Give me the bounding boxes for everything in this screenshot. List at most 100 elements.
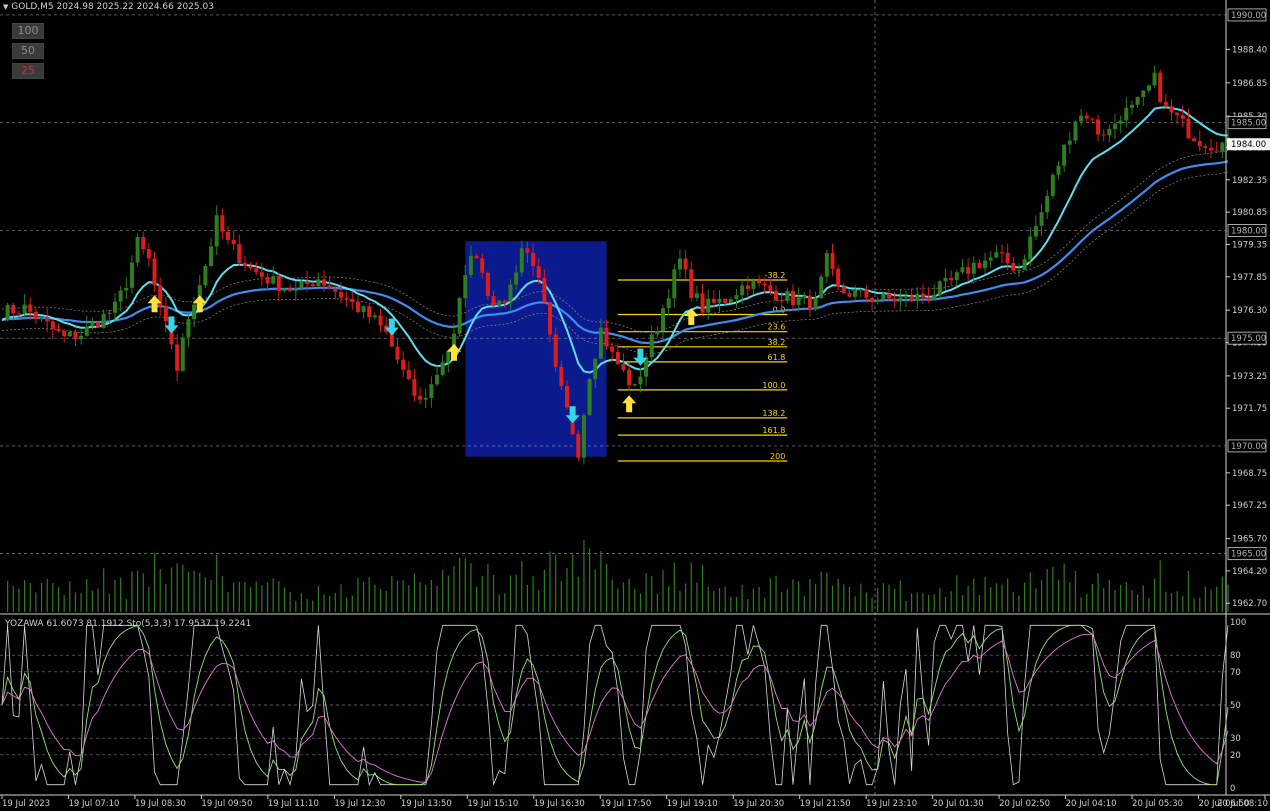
time-tick-label: 19 Jul 20:30 [733,799,784,809]
price-level-label: 1980.00 [1231,226,1266,236]
price-bar-body [101,313,106,328]
price-bar-body [774,290,779,300]
price-bar-body [751,280,756,289]
price-bar-body [514,272,519,285]
price-bar-body [1033,225,1038,237]
price-bar-body [807,295,812,310]
price-bar-body [1118,120,1123,124]
price-bar-body [1180,114,1185,119]
price-bar-body [209,246,214,266]
price-bar-body [180,337,185,371]
price-bar-body [683,258,688,270]
price-bar-body [73,331,78,340]
price-bar-body [542,277,547,303]
price-bar-body [1220,142,1225,152]
oscillator-level-label: 20 [1230,751,1241,761]
price-bar-body [943,277,948,282]
current-price-label: 1984.00 [1231,140,1266,150]
price-bar-body [1045,195,1050,213]
price-bar-body [615,351,620,365]
price-bar-body [655,330,660,335]
price-bar-body [576,434,581,458]
price-bar-body [864,289,869,298]
time-tick-label: 20 Jul 02:50 [999,799,1050,809]
price-bar-body [497,300,502,306]
time-tick-label: 19 Jul 2023 [2,799,50,809]
dropdown-triangle-icon[interactable]: ▼ [3,3,8,11]
price-bar-body [740,285,745,296]
price-bar-body [564,385,569,408]
price-bar-body [790,290,795,305]
price-bar-body [1124,107,1129,121]
price-bar-body [271,275,276,284]
zoom-button-100[interactable]: 100 [12,23,44,39]
price-bar-body [367,306,372,318]
zoom-button-25[interactable]: 25 [12,63,44,79]
moving-averages [1,106,1229,374]
price-bar-body [146,249,151,259]
price-bar-body [350,298,355,302]
price-bar-body [412,378,417,396]
price-bar-body [785,290,790,301]
price-bar-body [949,277,954,281]
fib-level-label: 200 [770,452,785,461]
price-bar-body [1016,270,1021,272]
price-bar-body [1062,144,1067,166]
price-bar-body [536,266,541,278]
price-bar-body [90,322,95,327]
time-tick-label: 19 Jul 11:10 [268,799,319,809]
fast-moving-average [1,106,1229,374]
price-bar-body [1129,104,1134,108]
price-bar-body [1158,72,1163,102]
price-tick-label: 1964.20 [1232,567,1267,577]
price-bar-body [1005,252,1010,264]
price-bar-body [96,322,101,328]
price-bar-body [898,297,903,302]
price-bar-body [920,293,925,298]
price-bar-body [129,262,134,288]
price-bar-body [220,215,225,232]
price-tick-label: 1986.85 [1232,79,1267,89]
price-bar-body [1050,174,1055,196]
oscillator-level-label: 50 [1230,701,1241,711]
price-bar-body [723,298,728,303]
price-bar-body [107,312,112,314]
oscillator-legend: YOZAWA 61.6073 81.1912 Sto(5,3,3) 17.953… [5,619,252,629]
price-bar-body [745,285,750,289]
price-bar-body [649,334,654,358]
price-bar-body [1169,105,1174,113]
price-bar-body [1073,121,1078,141]
price-bar-body [728,299,733,303]
price-bar-body [11,304,16,314]
price-bar-body [338,291,343,298]
price-bar-body [62,331,67,337]
price-bar-body [1113,123,1118,129]
time-tick-label: 19 Jul 16:30 [534,799,585,809]
price-bar-body [1056,165,1061,175]
price-bar-body [988,257,993,261]
fib-level-label: 161.8 [762,426,785,435]
volume-bars [7,540,1229,612]
price-bar-body [50,321,55,329]
time-tick-label: 19 Jul 23:10 [866,799,917,809]
price-tick-label: 1980.85 [1232,208,1267,218]
price-bar-body [1197,141,1202,147]
price-bar-body [16,313,21,315]
price-bar-body [757,280,762,284]
price-bar-body [423,397,428,400]
price-bar-body [33,311,38,320]
zoom-button-50[interactable]: 50 [12,43,44,59]
envelope-upper-line [1,150,1229,333]
price-tick-label: 1971.75 [1232,404,1267,414]
price-bar-body [677,258,682,270]
price-bar-body [333,288,338,292]
price-bar-body [163,306,168,322]
price-chart[interactable]: -38.20.023.638.261.8100.0138.2161.8200 1… [0,0,1270,811]
price-tick-label: 1976.30 [1232,306,1267,316]
chart-window[interactable]: -38.2 0.0 23.6 38.2 61.8 100.0 138.2 161.8 200 1… [0,0,1270,811]
price-bar-body [796,297,801,305]
price-bar-body [700,293,705,313]
price-bar-body [418,395,423,400]
fib-level-label: 23.6 [768,323,786,332]
price-bar-body [892,298,897,302]
